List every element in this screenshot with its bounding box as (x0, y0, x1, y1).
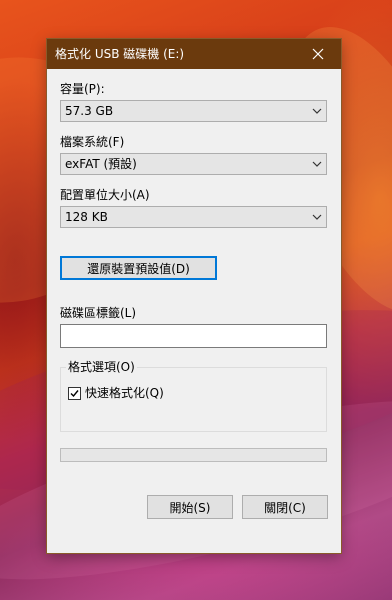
quick-format-checkbox[interactable] (68, 386, 81, 400)
format-dialog: 格式化 USB 磁碟機 (E:) 容量(P): 57.3 GB 檔案系統(F) … (47, 39, 341, 553)
title-bar[interactable]: 格式化 USB 磁碟機 (E:) (47, 39, 341, 69)
chevron-down-icon (312, 108, 322, 114)
allocation-unit-select[interactable]: 128 KB (60, 206, 327, 228)
volume-label-label: 磁碟區標籤(L) (60, 306, 137, 320)
capacity-value: 57.3 GB (65, 104, 114, 118)
format-options-title: 格式選項(O) (66, 359, 137, 375)
capacity-label: 容量(P): (60, 82, 105, 96)
quick-format-label: 快速格式化(Q) (85, 386, 164, 400)
window-title: 格式化 USB 磁碟機 (E:) (55, 47, 185, 61)
format-progress-bar (60, 448, 327, 462)
close-icon (312, 48, 324, 60)
file-system-value: exFAT (預設) (65, 157, 137, 171)
file-system-select[interactable]: exFAT (預設) (60, 153, 327, 175)
checkmark-icon (70, 389, 79, 397)
file-system-label: 檔案系統(F) (60, 135, 125, 149)
chevron-down-icon (312, 214, 322, 220)
close-dialog-button[interactable]: 關閉(C) (242, 495, 328, 519)
volume-label-input[interactable] (60, 324, 327, 348)
chevron-down-icon (312, 161, 322, 167)
start-button[interactable]: 開始(S) (147, 495, 233, 519)
close-button[interactable] (295, 39, 341, 69)
quick-format-option[interactable]: 快速格式化(Q) (68, 385, 164, 401)
restore-defaults-button[interactable]: 還原裝置預設值(D) (60, 256, 217, 280)
capacity-select[interactable]: 57.3 GB (60, 100, 327, 122)
allocation-unit-label: 配置單位大小(A) (60, 188, 150, 202)
allocation-unit-value: 128 KB (65, 210, 108, 224)
